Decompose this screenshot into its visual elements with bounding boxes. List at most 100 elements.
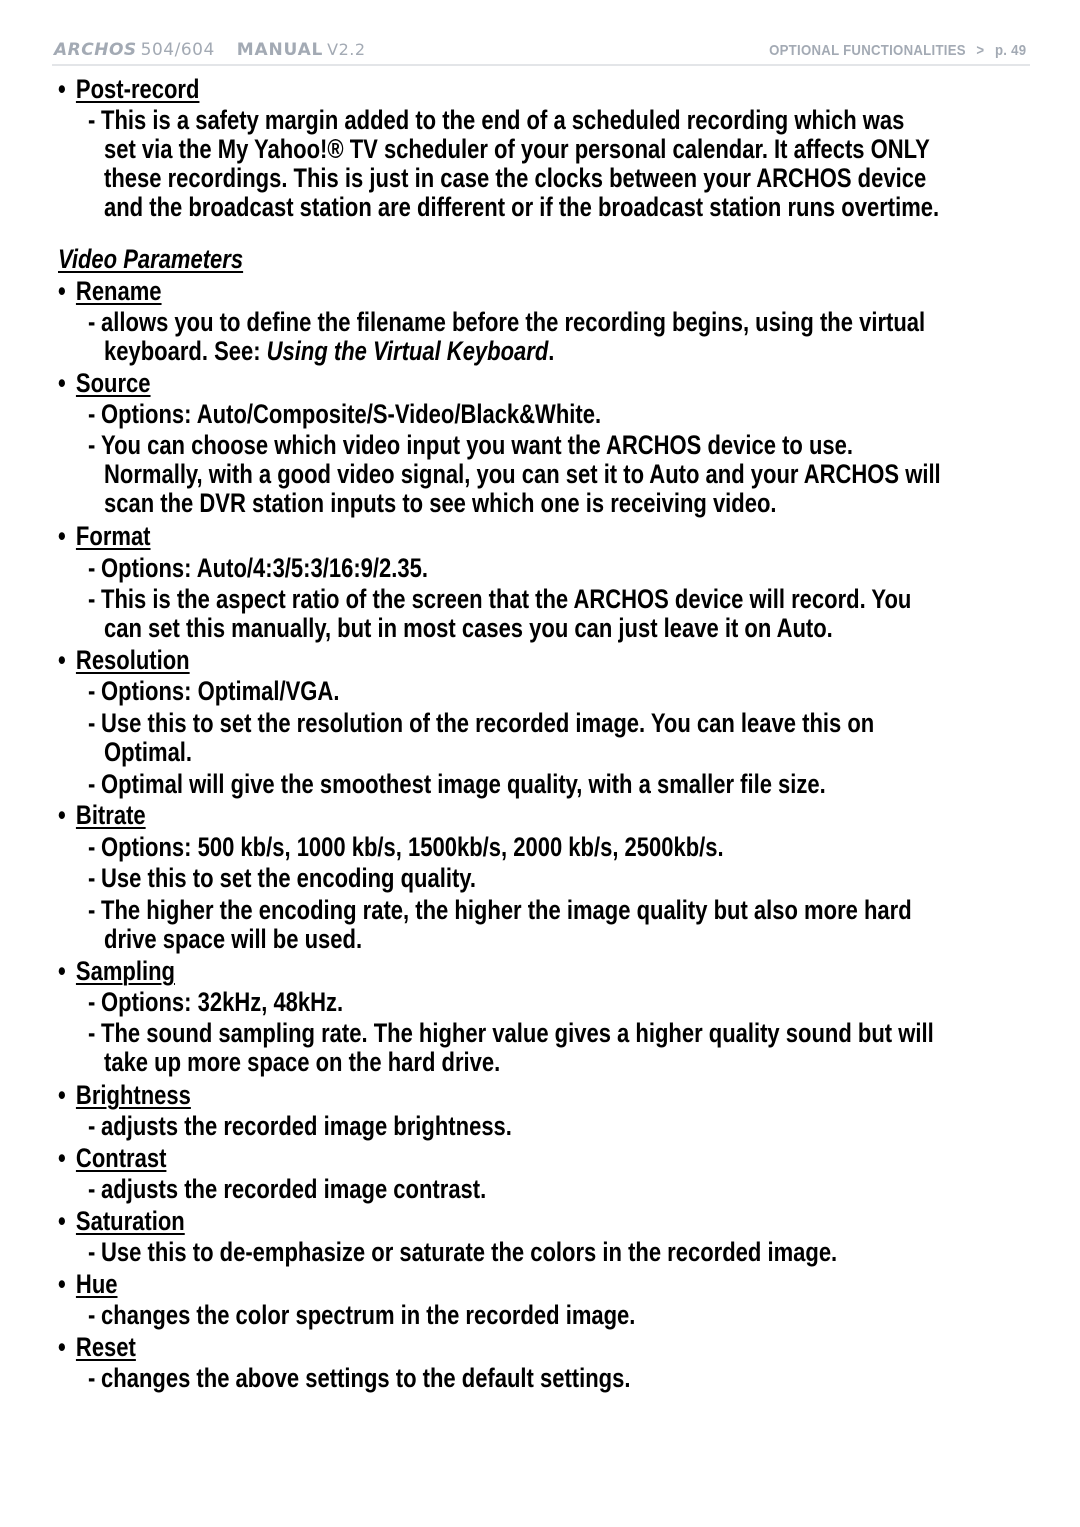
- bullet-icon: •: [58, 1269, 66, 1299]
- dash-icon: -: [88, 1300, 96, 1330]
- dash-icon: -: [88, 1174, 96, 1204]
- bullet-bitrate: • Bitrate: [58, 800, 146, 830]
- cross-reference-link[interactable]: Using the Virtual Keyboard: [267, 336, 549, 366]
- desc-text: .: [548, 336, 555, 366]
- bullet-resolution: • Resolution: [58, 645, 190, 675]
- bullet-icon: •: [58, 645, 66, 675]
- dash-icon: -: [88, 769, 96, 799]
- manual-version: V2.2: [327, 40, 366, 59]
- desc-bitrate-3: drive space will be used.: [104, 924, 363, 954]
- dash-icon: -: [88, 832, 96, 862]
- dash-icon: -: [88, 987, 96, 1017]
- page-number: p. 49: [994, 42, 1026, 59]
- desc-source-2: Normally, with a good video signal, you …: [104, 459, 941, 489]
- term-resolution: Resolution: [75, 645, 190, 675]
- desc-text: Options: Auto/4:3/5:3/16:9/2.35.: [101, 553, 428, 583]
- desc-bitrate-1: - Use this to set the encoding quality.: [88, 863, 476, 893]
- desc-text: Options: Optimal/VGA.: [101, 676, 340, 706]
- term-rename: Rename: [75, 276, 162, 306]
- bullet-source: • Source: [58, 368, 151, 398]
- term-hue: Hue: [75, 1269, 118, 1299]
- term-reset: Reset: [75, 1332, 136, 1362]
- desc-postrecord-1: - This is a safety margin added to the en…: [88, 105, 904, 135]
- desc-text: Optimal will give the smoothest image qu…: [101, 769, 826, 799]
- bullet-saturation: • Saturation: [58, 1206, 185, 1236]
- desc-resolution-3: - Optimal will give the smoothest image q…: [88, 769, 826, 799]
- bullet-icon: •: [58, 1080, 66, 1110]
- options-resolution: - Options: Optimal/VGA.: [88, 676, 339, 706]
- bullet-icon: •: [58, 521, 66, 551]
- bullet-icon: •: [58, 1332, 66, 1362]
- dash-icon: -: [88, 895, 96, 925]
- desc-text: adjusts the recorded image brightness.: [101, 1111, 512, 1141]
- desc-reset: - changes the above settings to the defau…: [88, 1363, 630, 1393]
- dash-icon: -: [88, 430, 96, 460]
- dash-icon: -: [88, 105, 96, 135]
- desc-postrecord-2: set via the My Yahoo!® TV scheduler of y…: [104, 134, 930, 164]
- term-format: Format: [75, 521, 151, 551]
- desc-bitrate-2: - The higher the encoding rate, the highe…: [88, 895, 912, 925]
- term-brightness: Brightness: [75, 1080, 191, 1110]
- term-saturation: Saturation: [75, 1206, 185, 1236]
- bullet-icon: •: [58, 1143, 66, 1173]
- term-contrast: Contrast: [75, 1143, 167, 1173]
- breadcrumb: OPTIONAL FUNCTIONALITIES > p. 49: [769, 42, 1026, 59]
- desc-text: Use this to set the encoding quality.: [101, 863, 476, 893]
- options-format: - Options: Auto/4:3/5:3/16:9/2.35.: [88, 553, 428, 583]
- desc-text: Options: Auto/Composite/S-Video/Black&Wh…: [101, 399, 602, 429]
- desc-text: Options: 500 kb/s, 1000 kb/s, 1500kb/s, …: [101, 832, 724, 862]
- desc-postrecord-4: and the broadcast station are different …: [104, 192, 940, 222]
- bullet-icon: •: [58, 800, 66, 830]
- bullet-hue: • Hue: [58, 1269, 118, 1299]
- breadcrumb-section: OPTIONAL FUNCTIONALITIES: [768, 42, 966, 59]
- term-postrecord: Post-record: [75, 74, 200, 104]
- dash-icon: -: [88, 863, 96, 893]
- bullet-reset: • Reset: [58, 1332, 136, 1362]
- desc-text: The sound sampling rate. The higher valu…: [101, 1018, 934, 1048]
- bullet-contrast: • Contrast: [58, 1143, 166, 1173]
- dash-icon: -: [88, 584, 96, 614]
- desc-contrast: - adjusts the recorded image contrast.: [88, 1174, 486, 1204]
- desc-format-1: - This is the aspect ratio of the screen …: [88, 584, 911, 614]
- desc-format-2: can set this manually, but in most cases…: [104, 613, 833, 643]
- desc-text: changes the color spectrum in the record…: [101, 1300, 636, 1330]
- desc-saturation: - Use this to de-emphasize or saturate th…: [88, 1237, 837, 1267]
- bullet-icon: •: [58, 74, 66, 104]
- desc-postrecord-3: these recordings. This is just in case t…: [104, 163, 927, 193]
- desc-sampling-1: - The sound sampling rate. The higher val…: [88, 1018, 934, 1048]
- model-number: 504/604: [140, 40, 215, 60]
- desc-text: Use this to set the resolution of the re…: [101, 708, 875, 738]
- dash-icon: -: [88, 708, 96, 738]
- dash-icon: -: [88, 553, 96, 583]
- bullet-sampling: • Sampling: [58, 956, 175, 986]
- dash-icon: -: [88, 1363, 96, 1393]
- manual-page: ARCHOS 504/604 MANUAL V2.2 OPTIONAL FUNCTIO…: [0, 0, 1080, 1527]
- brand-name: ARCHOS: [54, 40, 137, 60]
- desc-source-3: scan the DVR station inputs to see which…: [104, 488, 777, 518]
- bullet-icon: •: [58, 368, 66, 398]
- bullet-postrecord: • Post-record: [58, 74, 199, 104]
- manual-label: MANUAL: [236, 40, 324, 60]
- bullet-icon: •: [58, 1206, 66, 1236]
- desc-resolution-1: - Use this to set the resolution of the r…: [88, 708, 874, 738]
- dash-icon: -: [88, 676, 96, 706]
- bullet-format: • Format: [58, 521, 151, 551]
- bullet-rename: • Rename: [58, 276, 162, 306]
- breadcrumb-separator: >: [976, 42, 985, 59]
- dash-icon: -: [88, 1018, 96, 1048]
- manual-title: ARCHOS 504/604 MANUAL V2.2: [54, 40, 366, 60]
- options-source: - Options: Auto/Composite/S-Video/Black&W…: [88, 399, 601, 429]
- term-source: Source: [75, 368, 151, 398]
- bullet-brightness: • Brightness: [58, 1080, 191, 1110]
- desc-text: This is a safety margin added to the end…: [101, 105, 905, 135]
- page-header: ARCHOS 504/604 MANUAL V2.2 OPTIONAL FUNCTIO…: [52, 38, 1030, 66]
- desc-text: Use this to de-emphasize or saturate the…: [101, 1237, 838, 1267]
- desc-brightness: - adjusts the recorded image brightness.: [88, 1111, 512, 1141]
- desc-text: The higher the encoding rate, the higher…: [101, 895, 912, 925]
- desc-sampling-2: take up more space on the hard drive.: [104, 1047, 501, 1077]
- dash-icon: -: [88, 1237, 96, 1267]
- section-title-text: Video Parameters: [58, 244, 244, 274]
- desc-hue: - changes the color spectrum in the recor…: [88, 1300, 635, 1330]
- bullet-icon: •: [58, 276, 66, 306]
- desc-source-1: - You can choose which video input you wa…: [88, 430, 853, 460]
